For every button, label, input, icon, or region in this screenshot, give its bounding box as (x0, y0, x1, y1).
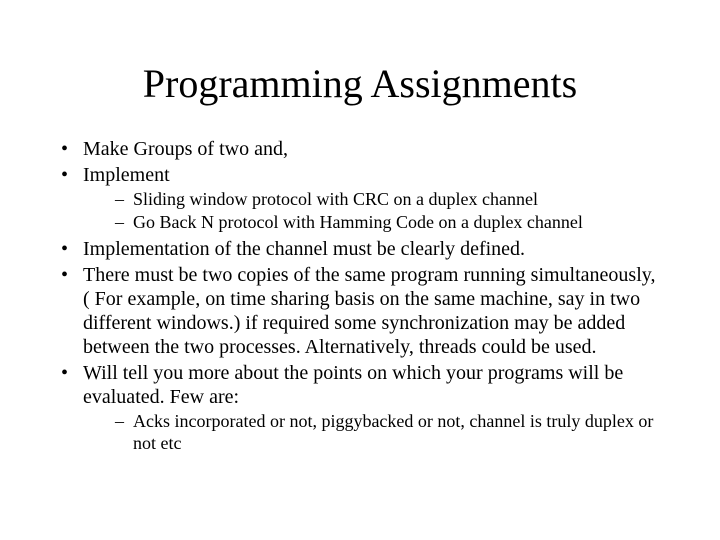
sub-list: Sliding window protocol with CRC on a du… (83, 189, 665, 233)
list-item: Implementation of the channel must be cl… (55, 237, 665, 261)
sub-list: Acks incorporated or not, piggybacked or… (83, 411, 665, 454)
sub-list-item-text: Sliding window protocol with CRC on a du… (133, 189, 538, 209)
list-item: There must be two copies of the same pro… (55, 263, 665, 359)
list-item-text: Will tell you more about the points on w… (83, 362, 623, 408)
list-item-text: Implementation of the channel must be cl… (83, 238, 525, 260)
list-item-text: Make Groups of two and, (83, 138, 288, 160)
list-item-text: Implement (83, 164, 170, 186)
sub-list-item: Sliding window protocol with CRC on a du… (111, 189, 665, 211)
sub-list-item-text: Go Back N protocol with Hamming Code on … (133, 212, 583, 232)
list-item: Will tell you more about the points on w… (55, 361, 665, 454)
list-item: Implement Sliding window protocol with C… (55, 163, 665, 233)
sub-list-item: Acks incorporated or not, piggybacked or… (111, 411, 665, 454)
sub-list-item-text: Acks incorporated or not, piggybacked or… (133, 411, 653, 453)
list-item: Make Groups of two and, (55, 137, 665, 161)
sub-list-item: Go Back N protocol with Hamming Code on … (111, 212, 665, 234)
list-item-text: There must be two copies of the same pro… (83, 264, 655, 358)
slide: Programming Assignments Make Groups of t… (0, 0, 720, 540)
slide-title: Programming Assignments (55, 60, 665, 107)
bullet-list: Make Groups of two and, Implement Slidin… (55, 137, 665, 454)
